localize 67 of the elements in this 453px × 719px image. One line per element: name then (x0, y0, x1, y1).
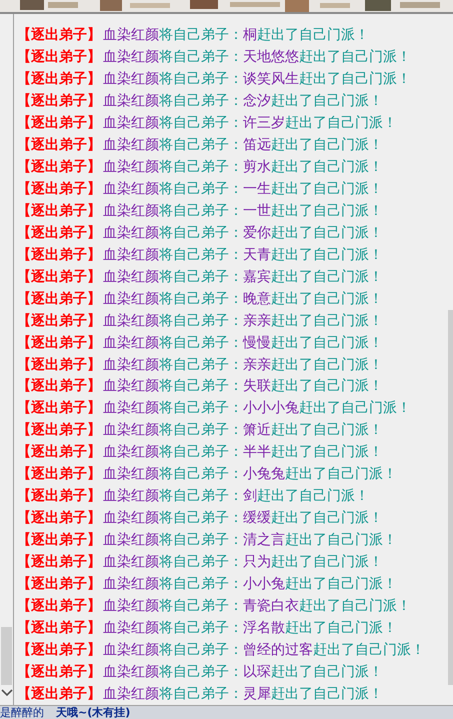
message-tag: 【逐出弟子】 (17, 399, 101, 418)
message-tag: 【逐出弟子】 (17, 26, 101, 44)
message-tag: 【逐出弟子】 (17, 180, 101, 198)
log-message: 血染红颜将自己弟子：小小小兔赶出了自己门派！ (103, 399, 411, 418)
status-text: 是醉醉的 (0, 706, 44, 719)
message-tag: 【逐出弟子】 (17, 597, 101, 616)
log-message: 血染红颜将自己弟子：亲亲赶出了自己门派！ (103, 312, 383, 330)
scrollbar-thumb[interactable] (448, 310, 453, 685)
message-tag: 【逐出弟子】 (17, 224, 101, 242)
log-message: 血染红颜将自己弟子：曾经的过客赶出了自己门派！ (103, 641, 425, 660)
log-message: 血染红颜将自己弟子：缓缓赶出了自己门派！ (103, 509, 383, 528)
message-tag: 【逐出弟子】 (17, 356, 101, 374)
log-message: 血染红颜将自己弟子：嘉宾赶出了自己门派！ (103, 268, 383, 286)
message-tag: 【逐出弟子】 (17, 377, 101, 396)
message-tag: 【逐出弟子】 (17, 136, 101, 154)
message-tag: 【逐出弟子】 (17, 70, 101, 88)
message-tag: 【逐出弟子】 (17, 487, 101, 506)
log-message: 血染红颜将自己弟子：念汐赶出了自己门派！ (103, 92, 383, 110)
message-tag: 【逐出弟子】 (17, 685, 101, 704)
log-message: 血染红颜将自己弟子：箫近赶出了自己门派！ (103, 421, 383, 440)
log-message: 血染红颜将自己弟子：笛远赶出了自己门派！ (103, 136, 383, 154)
message-tag: 【逐出弟子】 (17, 443, 101, 462)
log-message: 血染红颜将自己弟子：许三岁赶出了自己门派！ (103, 114, 397, 132)
message-tag: 【逐出弟子】 (17, 312, 101, 330)
message-tag: 【逐出弟子】 (17, 48, 101, 66)
log-message: 血染红颜将自己弟子：灵犀赶出了自己门派！ (103, 685, 383, 704)
log-message: 血染红颜将自己弟子：失联赶出了自己门派！ (103, 377, 383, 396)
log-message: 血染红颜将自己弟子：慢慢赶出了自己门派！ (103, 334, 383, 352)
log-message: 血染红颜将自己弟子：天地悠悠赶出了自己门派！ (103, 48, 411, 66)
log-message: 血染红颜将自己弟子：晚意赶出了自己门派！ (103, 290, 383, 308)
message-tag: 【逐出弟子】 (17, 202, 101, 220)
log-message: 血染红颜将自己弟子：青瓷白衣赶出了自己门派！ (103, 597, 411, 616)
log-message: 血染红颜将自己弟子：小小兔赶出了自己门派！ (103, 575, 397, 594)
message-tag: 【逐出弟子】 (17, 290, 101, 308)
message-tag: 【逐出弟子】 (17, 268, 101, 286)
log-message: 血染红颜将自己弟子：爱你赶出了自己门派！ (103, 224, 383, 242)
message-tag: 【逐出弟子】 (17, 553, 101, 572)
message-tag: 【逐出弟子】 (17, 575, 101, 594)
log-message: 血染红颜将自己弟子：浮名散赶出了自己门派！ (103, 619, 397, 638)
log-message: 血染红颜将自己弟子：一生赶出了自己门派！ (103, 180, 383, 198)
message-tag: 【逐出弟子】 (17, 619, 101, 638)
log-message: 血染红颜将自己弟子：谈笑风生赶出了自己门派！ (103, 70, 411, 88)
message-tag: 【逐出弟子】 (17, 531, 101, 550)
log-message: 血染红颜将自己弟子：剪水赶出了自己门派！ (103, 158, 383, 176)
scrollbar-thumb[interactable] (1, 627, 12, 685)
status-text: 天哦~(木有挂) (56, 706, 130, 719)
message-tag: 【逐出弟子】 (17, 246, 101, 264)
message-tag: 【逐出弟子】 (17, 334, 101, 352)
message-tag: 【逐出弟子】 (17, 158, 101, 176)
log-message: 血染红颜将自己弟子：以琛赶出了自己门派！ (103, 663, 383, 682)
chevron-down-icon[interactable] (0, 689, 12, 697)
message-tag: 【逐出弟子】 (17, 421, 101, 440)
message-tag: 【逐出弟子】 (17, 465, 101, 484)
log-message: 血染红颜将自己弟子：亲亲赶出了自己门派！ (103, 356, 383, 374)
message-tag: 【逐出弟子】 (17, 663, 101, 682)
log-message: 血染红颜将自己弟子：剑赶出了自己门派！ (103, 487, 369, 506)
log-message: 血染红颜将自己弟子：小兔兔赶出了自己门派！ (103, 465, 397, 484)
log-message: 血染红颜将自己弟子：一世赶出了自己门派！ (103, 202, 383, 220)
log-message: 血染红颜将自己弟子：天青赶出了自己门派！ (103, 246, 383, 264)
message-tag: 【逐出弟子】 (17, 641, 101, 660)
message-tag: 【逐出弟子】 (17, 114, 101, 132)
log-message: 血染红颜将自己弟子：桐赶出了自己门派！ (103, 26, 369, 44)
message-tag: 【逐出弟子】 (17, 92, 101, 110)
message-tag: 【逐出弟子】 (17, 509, 101, 528)
log-message: 血染红颜将自己弟子：只为赶出了自己门派！ (103, 553, 383, 572)
log-message: 血染红颜将自己弟子：半半赶出了自己门派！ (103, 443, 383, 462)
log-message: 血染红颜将自己弟子：清之言赶出了自己门派！ (103, 531, 397, 550)
